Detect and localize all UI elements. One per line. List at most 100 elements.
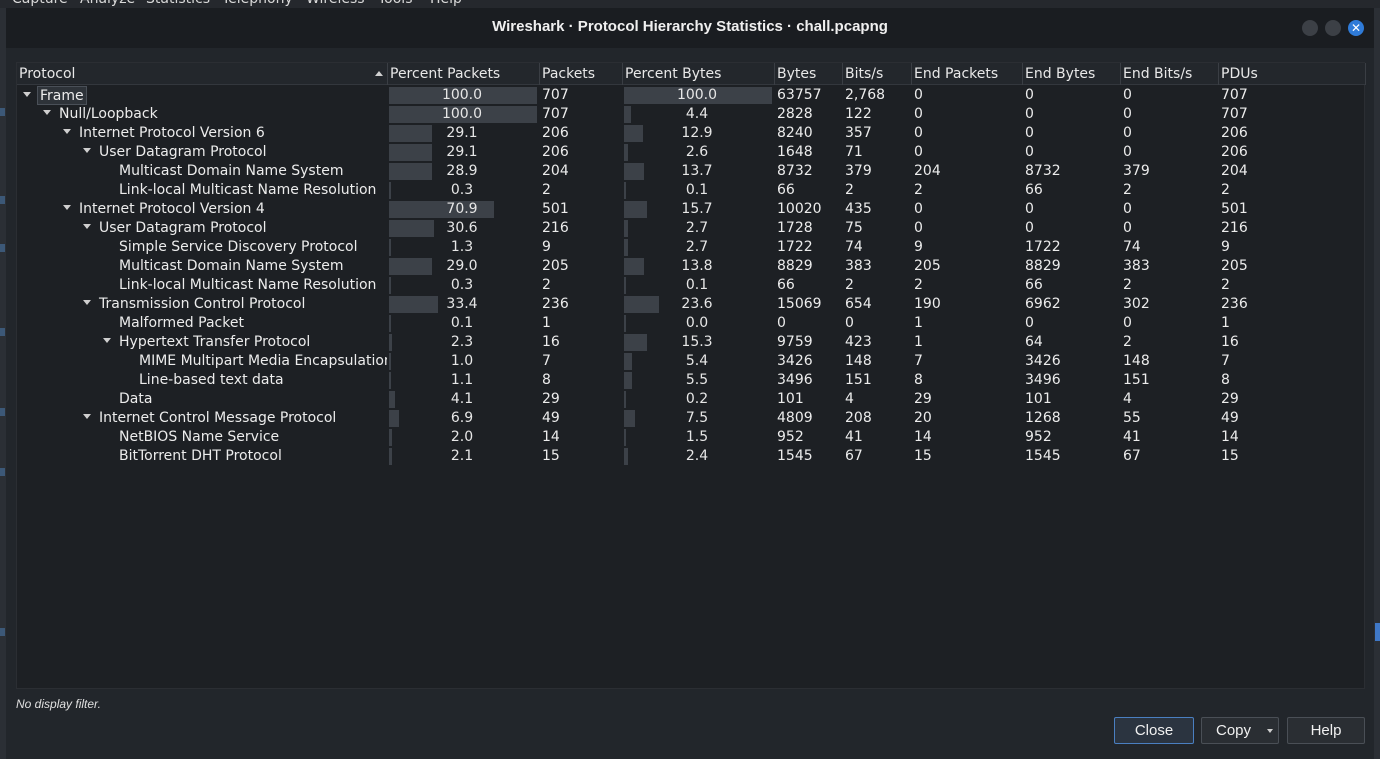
pct-bytes-value: 13.7	[681, 163, 713, 179]
table-row[interactable]: Multicast Domain Name System 29.0 13.8 205 8…	[17, 257, 1366, 276]
table-row[interactable]: MIME Multipart Media Encapsulation 1.0 5.4…	[17, 352, 1366, 371]
bits-cell: 74	[845, 239, 863, 255]
column-header-end-packets[interactable]: End Packets	[912, 63, 1023, 85]
bytes-cell: 1648	[777, 144, 813, 160]
end-packets-cell: 14	[914, 429, 932, 445]
copy-button[interactable]: Copy	[1201, 717, 1279, 744]
menu-item-telephony[interactable]: Telephony	[222, 0, 293, 7]
end-bytes-cell: 66	[1025, 182, 1043, 198]
pct-bytes-value: 2.7	[685, 239, 709, 255]
column-header-label: End Bits/s	[1123, 66, 1193, 82]
expand-caret-icon[interactable]	[63, 128, 71, 134]
pct-packets-value: 6.9	[450, 410, 474, 426]
help-button[interactable]: Help	[1287, 717, 1365, 744]
packets-cell: 216	[542, 220, 569, 236]
protocol-cell: Link-local Multicast Name Resolution	[17, 276, 387, 295]
menu-item-statistics[interactable]: Statistics	[146, 0, 210, 7]
pct-packets-value: 4.1	[450, 391, 474, 407]
column-header-label: Bytes	[777, 66, 817, 82]
column-header-end-bytes[interactable]: End Bytes	[1023, 63, 1121, 85]
column-header-packets[interactable]: Packets	[540, 63, 623, 85]
table-row[interactable]: Malformed Packet 0.1 0.0 1 0 0 1 0 0 1	[17, 314, 1366, 333]
end-packets-cell: 0	[914, 106, 923, 122]
packets-cell: 14	[542, 429, 560, 445]
menu-item-capture[interactable]: Capture	[12, 0, 68, 7]
bits-cell: 41	[845, 429, 863, 445]
packets-cell: 29	[542, 391, 560, 407]
maximize-button[interactable]	[1325, 20, 1341, 36]
table-row[interactable]: BitTorrent DHT Protocol 2.1 2.4 15 1545 67 15 1…	[17, 447, 1366, 466]
close-button[interactable]: Close	[1114, 717, 1194, 744]
expand-caret-icon[interactable]	[83, 299, 91, 305]
column-header-bytes[interactable]: Bytes	[775, 63, 843, 85]
protocol-cell: Internet Protocol Version 4	[17, 200, 387, 219]
pct-packets-value: 1.3	[450, 239, 474, 255]
column-header-percent-bytes[interactable]: Percent Bytes	[623, 63, 775, 85]
table-row[interactable]: Data 4.1 0.2 29 101 4 29 101 4 29	[17, 390, 1366, 409]
table-row[interactable]: Internet Control Message Protocol 6.9 7.5 4…	[17, 409, 1366, 428]
menu-item-help[interactable]: Help	[430, 0, 462, 7]
table-row[interactable]: Frame 100.0 100.0 707 63757 2,768 0 0 0 707	[17, 86, 1366, 105]
pct-packets-value: 2.1	[450, 448, 474, 464]
protocol-cell: Internet Protocol Version 6	[17, 124, 387, 143]
table-row[interactable]: Transmission Control Protocol 33.4 23.6 236…	[17, 295, 1366, 314]
table-row[interactable]: Internet Protocol Version 4 70.9 15.7 501 10…	[17, 200, 1366, 219]
protocol-hierarchy-dialog: Wireshark · Protocol Hierarchy Statistic…	[6, 8, 1374, 759]
column-header-pdus[interactable]: PDUs	[1219, 63, 1366, 85]
close-window-button[interactable]: ✕	[1348, 20, 1364, 36]
table-row[interactable]: Multicast Domain Name System 28.9 13.7 204 8…	[17, 162, 1366, 181]
table-row[interactable]: Simple Service Discovery Protocol 1.3 2.7 9…	[17, 238, 1366, 257]
end-bytes-cell: 101	[1025, 391, 1052, 407]
end-bits-cell: 0	[1123, 220, 1132, 236]
table-row[interactable]: Hypertext Transfer Protocol 2.3 15.3 16 9759…	[17, 333, 1366, 352]
protocol-cell: BitTorrent DHT Protocol	[17, 447, 387, 466]
table-row[interactable]: Null/Loopback 100.0 4.4 707 2828 122 0 0 0 707	[17, 105, 1366, 124]
protocol-name: Line-based text data	[139, 372, 284, 388]
protocol-tree[interactable]: Protocol Percent Packets Packets Percent By…	[16, 62, 1366, 689]
menu-item-analyze[interactable]: Analyze	[80, 0, 135, 7]
bytes-cell: 8240	[777, 125, 813, 141]
end-bits-cell: 4	[1123, 391, 1132, 407]
table-row[interactable]: User Datagram Protocol 29.1 2.6 206 1648 71 0 0…	[17, 143, 1366, 162]
end-packets-cell: 190	[914, 296, 941, 312]
table-row[interactable]: User Datagram Protocol 30.6 2.7 216 1728 75 0 0…	[17, 219, 1366, 238]
column-header-bits-s[interactable]: Bits/s	[843, 63, 912, 85]
protocol-name: Multicast Domain Name System	[119, 258, 344, 274]
expand-caret-icon[interactable]	[63, 204, 71, 210]
expand-caret-icon[interactable]	[83, 147, 91, 153]
bits-cell: 2,768	[845, 87, 886, 103]
end-bits-cell: 2	[1123, 277, 1132, 293]
menu-item-tools[interactable]: Tools	[378, 0, 413, 7]
protocol-name: Frame	[37, 86, 87, 105]
column-header-end-bits-s[interactable]: End Bits/s	[1121, 63, 1219, 85]
column-header-percent-packets[interactable]: Percent Packets	[388, 63, 540, 85]
packets-cell: 205	[542, 258, 569, 274]
pct-bytes-value: 23.6	[681, 296, 713, 312]
table-row[interactable]: NetBIOS Name Service 2.0 1.5 14 952 41 14 952 41…	[17, 428, 1366, 447]
table-row[interactable]: Link-local Multicast Name Resolution 0.3 0…	[17, 181, 1366, 200]
protocol-name: Transmission Control Protocol	[99, 296, 306, 312]
end-bits-cell: 0	[1123, 201, 1132, 217]
pdus-cell: 707	[1221, 87, 1248, 103]
bytes-cell: 8829	[777, 258, 813, 274]
table-row[interactable]: Line-based text data 1.1 5.5 8 3496 151 8 3496 1…	[17, 371, 1366, 390]
packets-cell: 15	[542, 448, 560, 464]
protocol-name: Simple Service Discovery Protocol	[119, 239, 358, 255]
column-header-protocol[interactable]: Protocol	[17, 63, 388, 85]
pdus-cell: 15	[1221, 448, 1239, 464]
minimize-button[interactable]	[1302, 20, 1318, 36]
bits-cell: 122	[845, 106, 872, 122]
chevron-down-icon[interactable]	[1267, 729, 1273, 733]
menu-item-wireless[interactable]: Wireless	[306, 0, 365, 7]
expand-caret-icon[interactable]	[43, 109, 51, 115]
expand-caret-icon[interactable]	[83, 413, 91, 419]
expand-caret-icon[interactable]	[103, 337, 111, 343]
pct-packets-value: 100.0	[441, 87, 483, 103]
table-row[interactable]: Internet Protocol Version 6 29.1 12.9 206 82…	[17, 124, 1366, 143]
pct-packets-value: 29.1	[446, 125, 478, 141]
background-fragment	[0, 108, 5, 116]
table-row[interactable]: Link-local Multicast Name Resolution 0.3 0…	[17, 276, 1366, 295]
expand-caret-icon[interactable]	[23, 91, 31, 97]
expand-caret-icon[interactable]	[83, 223, 91, 229]
pdus-cell: 7	[1221, 353, 1230, 369]
